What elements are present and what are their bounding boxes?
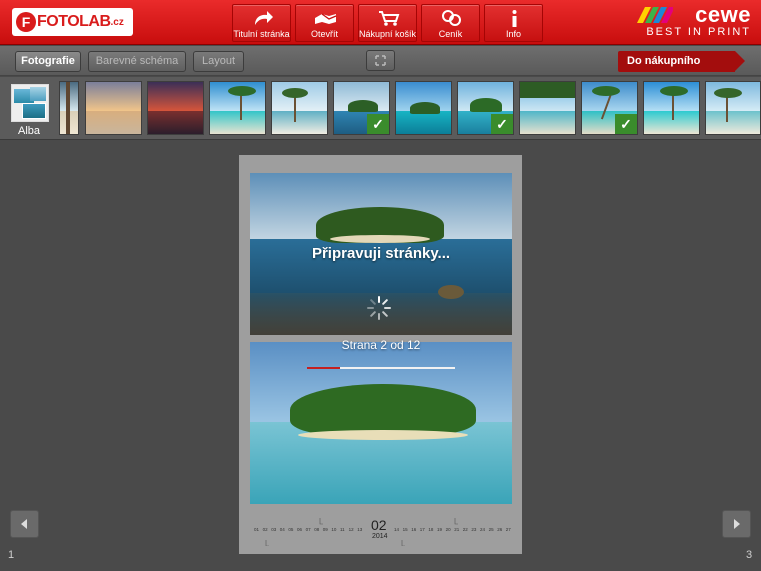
calendar-day-number: 05	[288, 527, 294, 532]
calendar-day-number: 04	[280, 527, 286, 532]
nav-pricing-label: Ceník	[438, 29, 463, 39]
calendar-day-number: 09	[323, 527, 329, 532]
nav-pricing-button[interactable]: Ceník	[421, 4, 480, 42]
nav-home-label: Titulní stránka	[233, 29, 290, 39]
calendar-week-marker	[454, 518, 458, 525]
progress-label: Strana 2 od 12	[341, 338, 421, 352]
calendar-day-number: 26	[497, 527, 503, 532]
calendar-day-number: 20	[446, 527, 452, 532]
fotolab-logo[interactable]: F FOTOLAB .cz	[12, 8, 133, 36]
thumbnail-palm-canopy[interactable]	[519, 81, 576, 135]
thumbnail-palm-lean[interactable]: ✓	[581, 81, 638, 135]
calendar-day-number: 02	[263, 527, 269, 532]
calendar-day-number: 06	[297, 527, 303, 532]
calendar-day-number: 14	[394, 527, 400, 532]
nav-home-button[interactable]: Titulní stránka	[232, 4, 291, 42]
tab-photos[interactable]: Fotografie	[15, 51, 81, 72]
expand-button[interactable]	[366, 50, 395, 71]
calendar-day-number: 24	[480, 527, 486, 532]
nav-open-button[interactable]: Otevřít	[295, 4, 354, 42]
thumbnail-palm-shore[interactable]	[271, 81, 328, 135]
expand-icon	[375, 55, 386, 66]
progress-bar-fill	[307, 367, 340, 369]
thumbnail-island-underwater-2[interactable]: ✓	[457, 81, 514, 135]
calendar-day-number: 27	[506, 527, 512, 532]
thumbnail-palm-edge[interactable]	[59, 81, 79, 135]
cewe-tagline: BEST IN PRINT	[646, 26, 751, 38]
coins-icon	[442, 10, 461, 26]
albums-button[interactable]	[11, 84, 49, 122]
calendar-month: 02	[371, 517, 387, 533]
cewe-logo: cewe BEST IN PRINT	[637, 2, 751, 40]
calendar-day-number: 13	[357, 527, 363, 532]
tab-color-scheme[interactable]: Barevné schéma	[88, 51, 186, 72]
tab-layout[interactable]: Layout	[193, 51, 244, 72]
next-page-button[interactable]	[722, 510, 751, 538]
thumbnail-sunset-beach[interactable]	[85, 81, 142, 135]
calendar-day-number: 01	[254, 527, 260, 532]
calendar-week-marker	[319, 518, 323, 525]
calendar-day-number: 23	[471, 527, 477, 532]
calendar-day-number: 10	[331, 527, 337, 532]
nav-info-label: Info	[505, 29, 521, 39]
cart-icon	[379, 11, 400, 26]
top-bar: F FOTOLAB .cz Titulní stránka Otevřít Ná…	[0, 0, 761, 45]
calendar-day-number: 17	[420, 527, 426, 532]
calendar-week-marker	[401, 540, 405, 546]
add-to-cart-button[interactable]: Do nákupního košíku	[618, 51, 745, 88]
calendar-day-number: 19	[437, 527, 443, 532]
album-stack-photo-3	[30, 87, 46, 101]
thumbnail-selected-check-icon: ✓	[367, 114, 389, 134]
calendar-day-number: 15	[403, 527, 409, 532]
album-stack-photo-2	[22, 103, 46, 119]
calendar-day-number: 07	[306, 527, 312, 532]
thumbnail-island-lagoon[interactable]	[395, 81, 452, 135]
left-page-number: 1	[8, 549, 15, 561]
albums-label: Alba	[18, 125, 41, 137]
calendar-day-number: 21	[454, 527, 460, 532]
calendar-day-number: 12	[349, 527, 355, 532]
cewe-color-mark	[637, 7, 673, 23]
calendar-day-number: 22	[463, 527, 469, 532]
chevron-left-icon	[21, 519, 27, 529]
cewe-wordmark: cewe	[695, 2, 751, 27]
calendar-day-number: 11	[340, 527, 345, 532]
nav-open-label: Otevřít	[310, 29, 338, 39]
calendar-day-number: 18	[428, 527, 434, 532]
calendar-year: 2014	[372, 533, 388, 540]
thumbnail-selected-check-icon: ✓	[615, 114, 637, 134]
loading-title: Připravuji stránky...	[311, 245, 451, 262]
nav-info-button[interactable]: Info	[484, 4, 543, 42]
open-hand-icon	[315, 13, 337, 24]
calendar-day-number: 03	[271, 527, 277, 532]
fotolab-logo-badge: F	[16, 12, 36, 32]
calendar-day-number: 25	[489, 527, 495, 532]
thumbnail-selected-check-icon: ✓	[491, 114, 513, 134]
thumbnail-island-underwater-1[interactable]: ✓	[333, 81, 390, 135]
info-icon	[512, 10, 517, 27]
calendar-week-marker	[265, 540, 269, 546]
fotolab-logo-text: FOTOLAB	[37, 13, 111, 30]
thumbnail-palm-edge-right[interactable]	[705, 81, 761, 135]
home-arrow-icon	[255, 11, 273, 25]
thumbnail-sunset-red[interactable]	[147, 81, 204, 135]
chevron-right-icon	[734, 519, 740, 529]
nav-cart-button[interactable]: Nákupní košík	[358, 4, 417, 42]
calendar-day-number: 16	[411, 527, 417, 532]
fotolab-logo-suffix: .cz	[110, 16, 124, 28]
loading-spinner-icon	[367, 296, 391, 320]
previous-page-button[interactable]	[10, 510, 39, 538]
thumbnail-palm-beach[interactable]	[209, 81, 266, 135]
nav-cart-label: Nákupní košík	[359, 29, 417, 39]
right-page-number: 3	[746, 549, 753, 561]
calendar-day-number: 08	[314, 527, 320, 532]
thumbnail-palm-sand[interactable]	[643, 81, 700, 135]
progress-bar	[307, 367, 455, 369]
